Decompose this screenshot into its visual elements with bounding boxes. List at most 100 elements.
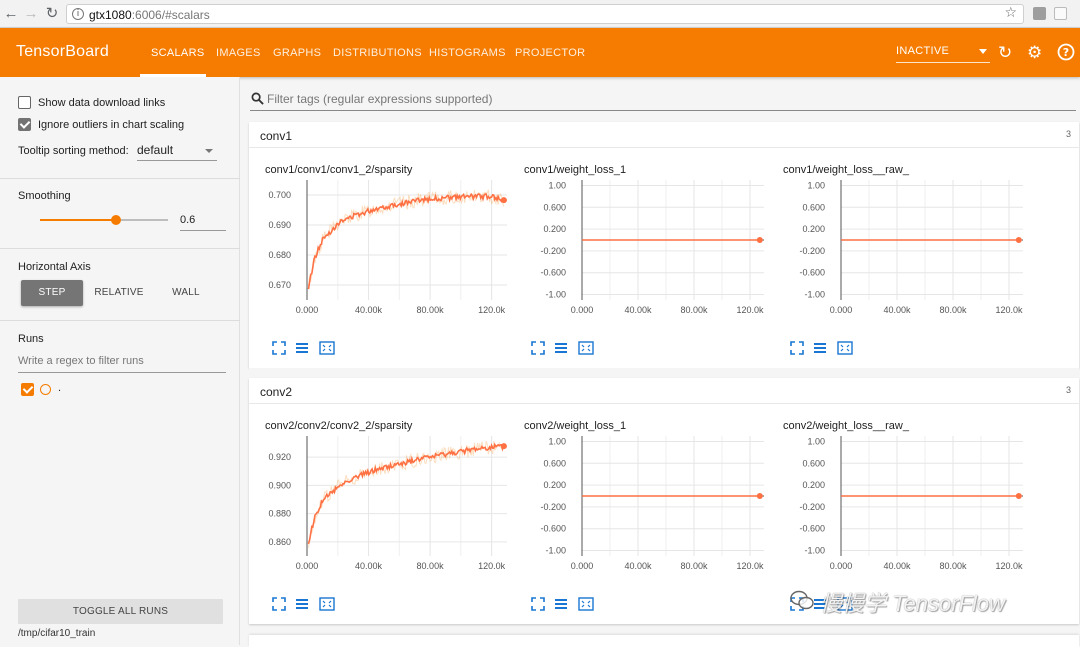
- y-tick-label: -1.00: [545, 290, 566, 300]
- run-checkbox[interactable]: [21, 383, 34, 396]
- show-download-links-checkbox[interactable]: [18, 96, 31, 109]
- group-header[interactable]: conv2 3: [249, 378, 1079, 404]
- x-tick-label: 120.0k: [478, 561, 506, 571]
- tab-graphs[interactable]: GRAPHS: [273, 47, 321, 59]
- y-tick-label: 1.00: [807, 180, 825, 190]
- y-tick-label: -0.200: [540, 246, 566, 256]
- x-tick-label: 0.000: [296, 305, 319, 315]
- y-tick-label: 0.600: [802, 458, 825, 468]
- runs-filter-input[interactable]: Write a regex to filter runs: [18, 355, 226, 373]
- log-scale-icon[interactable]: [295, 341, 309, 355]
- tab-distributions[interactable]: DISTRIBUTIONS: [333, 47, 422, 59]
- x-tick-label: 40.00k: [624, 561, 652, 571]
- chart-card: conv1/weight_loss_1 0.000 40.00k 80.00k 120.…: [508, 148, 766, 358]
- search-icon: [251, 92, 264, 105]
- chart-plot[interactable]: 0.000 40.00k 80.00k 120.0k 0.860 0.880 0.900 0.…: [249, 426, 507, 591]
- chart-card: conv1/weight_loss__raw_ 0.000 40.00k 80.00k…: [767, 148, 1025, 358]
- haxis-wall-button[interactable]: WALL: [156, 280, 216, 306]
- chart-plot[interactable]: 0.000 40.00k 80.00k 120.0k 1.00 0.600 0.200 -0.…: [508, 170, 766, 335]
- plugin-select[interactable]: INACTIVE: [896, 45, 990, 63]
- log-scale-icon[interactable]: [554, 597, 568, 611]
- y-tick-label: -0.200: [799, 502, 825, 512]
- address-bar[interactable]: i gtx1080:6006/#scalars ☆: [66, 4, 1024, 24]
- ignore-outliers-checkbox[interactable]: [18, 118, 31, 131]
- chart-plot[interactable]: 0.000 40.00k 80.00k 120.0k 1.00 0.600 0.200 -0.…: [767, 170, 1025, 335]
- y-tick-label: 1.00: [548, 180, 566, 190]
- back-icon[interactable]: ←: [2, 5, 20, 23]
- reload-icon[interactable]: ↻: [43, 5, 61, 23]
- url-path: :6006/#scalars: [131, 8, 210, 22]
- chart-plot[interactable]: 0.000 40.00k 80.00k 120.0k 1.00 0.600 0.200 -0.…: [508, 426, 766, 591]
- y-tick-label: 0.690: [268, 220, 291, 230]
- series-endpoint: [1015, 237, 1022, 243]
- fit-domain-icon[interactable]: [578, 341, 594, 355]
- y-tick-label: -0.200: [799, 246, 825, 256]
- expand-chart-icon[interactable]: [531, 341, 545, 355]
- toggle-all-runs-button[interactable]: TOGGLE ALL RUNS: [18, 599, 223, 624]
- y-tick-label: -0.600: [540, 524, 566, 534]
- tag-filter-input[interactable]: Filter tags (regular expressions support…: [267, 92, 492, 106]
- tag-group-next: [249, 635, 1079, 647]
- bookmark-star-icon[interactable]: ☆: [1004, 5, 1017, 21]
- fit-domain-icon[interactable]: [319, 597, 335, 611]
- extension-icon[interactable]: [1054, 7, 1067, 20]
- chart-plot[interactable]: 0.000 40.00k 80.00k 120.0k 1.00 0.600 0.200 -0.…: [767, 426, 1025, 591]
- smoothing-slider[interactable]: [40, 215, 168, 225]
- y-tick-label: -0.600: [799, 268, 825, 278]
- group-header[interactable]: conv1 3: [249, 122, 1079, 148]
- y-tick-label: 0.600: [802, 202, 825, 212]
- tab-projector[interactable]: PROJECTOR: [515, 47, 585, 59]
- group-count: 3: [1065, 129, 1071, 139]
- fit-domain-icon[interactable]: [837, 341, 853, 355]
- log-scale-icon[interactable]: [554, 341, 568, 355]
- y-tick-label: 0.600: [543, 458, 566, 468]
- forward-icon[interactable]: →: [22, 5, 40, 23]
- divider: [0, 248, 240, 249]
- y-tick-label: -0.600: [540, 268, 566, 278]
- y-tick-label: 1.00: [548, 436, 566, 446]
- expand-chart-icon[interactable]: [272, 597, 286, 611]
- extension-icon[interactable]: [1033, 7, 1046, 20]
- chart-plot[interactable]: 0.000 40.00k 80.00k 120.0k 0.670 0.680 0.690 0.…: [249, 170, 507, 335]
- smoothing-title: Smoothing: [18, 190, 71, 202]
- watermark-text: 慢慢学 TensorFlow: [820, 591, 1006, 616]
- x-tick-label: 80.00k: [939, 305, 967, 315]
- tooltip-sorting-select[interactable]: default: [137, 143, 217, 161]
- help-icon[interactable]: ?: [1057, 43, 1075, 65]
- log-scale-icon[interactable]: [295, 597, 309, 611]
- y-tick-label: 0.900: [268, 480, 291, 490]
- sidebar: Show data download links Ignore outliers…: [0, 77, 240, 645]
- y-tick-label: -1.00: [804, 290, 825, 300]
- expand-chart-icon[interactable]: [790, 341, 804, 355]
- gear-icon[interactable]: ⚙: [1027, 44, 1042, 62]
- tab-histograms[interactable]: HISTOGRAMS: [429, 47, 506, 59]
- x-tick-label: 40.00k: [883, 305, 911, 315]
- tab-scalars[interactable]: SCALARS: [151, 47, 204, 59]
- haxis-relative-button[interactable]: RELATIVE: [88, 280, 150, 306]
- fit-domain-icon[interactable]: [319, 341, 335, 355]
- run-color-swatch[interactable]: [40, 384, 51, 395]
- info-icon[interactable]: i: [72, 8, 84, 20]
- y-tick-label: 0.700: [268, 190, 291, 200]
- chevron-down-icon: [205, 149, 213, 153]
- smoothing-slider-handle[interactable]: [111, 215, 121, 225]
- group-name: conv1: [260, 129, 293, 143]
- chevron-down-icon: [979, 49, 987, 54]
- fit-domain-icon[interactable]: [578, 597, 594, 611]
- haxis-step-button[interactable]: STEP: [21, 280, 83, 306]
- chart-card: conv1/conv1/conv1_2/sparsity 0.000 40.00k 8…: [249, 148, 507, 358]
- tag-filter[interactable]: Filter tags (regular expressions support…: [250, 89, 1076, 111]
- tooltip-sorting-value: default: [137, 143, 174, 157]
- smoothing-value-input[interactable]: 0.6: [180, 214, 226, 231]
- log-scale-icon[interactable]: [813, 341, 827, 355]
- logdir-path: /tmp/cifar10_train: [18, 628, 96, 639]
- wechat-logo-icon: [790, 590, 814, 610]
- y-tick-label: 0.920: [268, 452, 291, 462]
- expand-chart-icon[interactable]: [272, 341, 286, 355]
- tab-images[interactable]: IMAGES: [216, 47, 261, 59]
- chart-card: conv2/conv2/conv2_2/sparsity 0.000 40.00k 8…: [249, 404, 507, 614]
- refresh-icon[interactable]: ↻: [998, 44, 1012, 62]
- divider: [0, 320, 240, 321]
- expand-chart-icon[interactable]: [531, 597, 545, 611]
- y-tick-label: 0.880: [268, 509, 291, 519]
